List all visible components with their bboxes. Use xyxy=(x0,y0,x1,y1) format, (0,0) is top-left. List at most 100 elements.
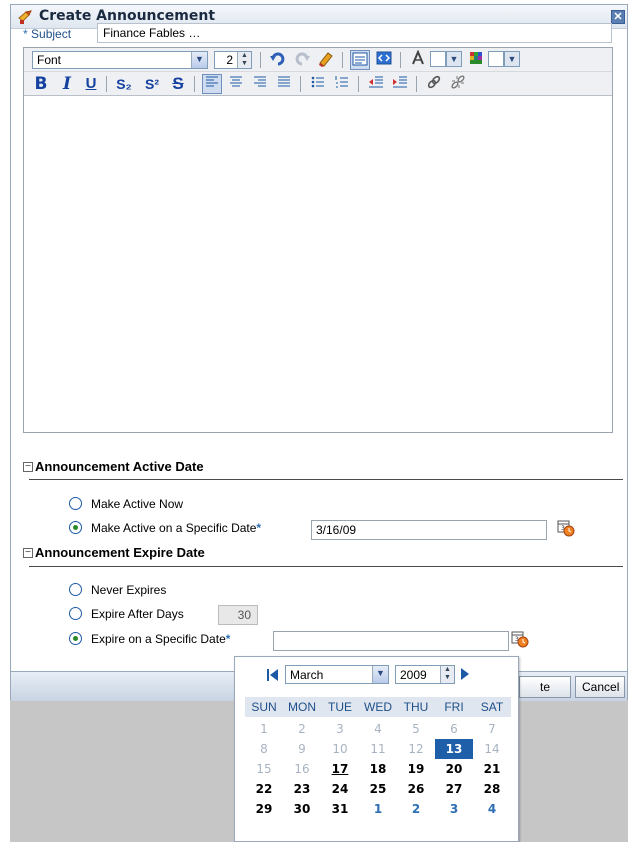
expire-days-input[interactable]: 30 xyxy=(218,605,258,625)
spinner-icon[interactable]: ▲ ▼ xyxy=(440,666,454,683)
calendar-day[interactable]: 27 xyxy=(435,779,473,799)
calendar-day[interactable]: 3 xyxy=(321,719,359,739)
active-date-input[interactable]: 3/16/09 xyxy=(311,520,547,540)
calendar-day[interactable]: 16 xyxy=(283,759,321,779)
outdent-icon[interactable] xyxy=(366,74,386,94)
calendar-day[interactable]: 29 xyxy=(245,799,283,819)
calendar-day[interactable]: 30 xyxy=(283,799,321,819)
dow-label: THU xyxy=(403,700,429,714)
subject-input[interactable] xyxy=(97,23,612,43)
background-color-swatch[interactable] xyxy=(488,51,504,67)
active-section-title: Announcement Active Date xyxy=(35,459,204,474)
align-justify-icon[interactable] xyxy=(274,74,294,94)
font-size-input[interactable]: 2 ▲ ▼ xyxy=(214,51,252,69)
align-left-icon[interactable] xyxy=(202,74,222,94)
make-active-now-radio[interactable] xyxy=(69,497,82,510)
calendar-day[interactable]: 4 xyxy=(473,799,511,819)
superscript-button[interactable]: S² xyxy=(140,74,164,94)
toolbar-separator xyxy=(260,52,261,68)
indent-icon[interactable] xyxy=(390,74,410,94)
calendar-day[interactable]: 8 xyxy=(245,739,283,759)
calendar-day[interactable]: 31 xyxy=(321,799,359,819)
dow-label: MON xyxy=(288,700,316,714)
make-active-specific-radio[interactable] xyxy=(69,521,82,534)
calendar-day[interactable]: 1 xyxy=(245,719,283,739)
unlink-icon[interactable] xyxy=(448,74,468,94)
calendar-day[interactable]: 28 xyxy=(473,779,511,799)
italic-button[interactable]: I xyxy=(58,74,76,94)
calendar-day[interactable]: 25 xyxy=(359,779,397,799)
calendar-day[interactable]: 18 xyxy=(359,759,397,779)
calendar-day[interactable]: 14 xyxy=(473,739,511,759)
eraser-icon[interactable] xyxy=(316,50,336,70)
source-mode-icon[interactable] xyxy=(374,50,394,70)
active-section-toggle[interactable]: − xyxy=(23,462,33,472)
calendar-day[interactable]: 10 xyxy=(321,739,359,759)
expire-specific-date-radio[interactable] xyxy=(69,632,82,645)
numbered-list-icon[interactable] xyxy=(332,74,352,94)
create-button[interactable]: te xyxy=(519,676,571,698)
calendar-day[interactable]: 23 xyxy=(283,779,321,799)
required-marker: * xyxy=(23,27,28,41)
dow-label: TUE xyxy=(328,700,352,714)
chevron-down-icon[interactable]: ▼ xyxy=(446,51,462,67)
calendar-day[interactable]: 24 xyxy=(321,779,359,799)
calendar-day[interactable]: 11 xyxy=(359,739,397,759)
underline-button[interactable]: U xyxy=(82,74,100,94)
calendar-day[interactable]: 21 xyxy=(473,759,511,779)
calendar-day[interactable]: 12 xyxy=(397,739,435,759)
calendar-day[interactable]: 2 xyxy=(283,719,321,739)
calendar-day[interactable]: 3 xyxy=(435,799,473,819)
calendar-day[interactable]: 5 xyxy=(397,719,435,739)
calendar-day[interactable]: 6 xyxy=(435,719,473,739)
never-expires-radio[interactable] xyxy=(69,583,82,596)
link-icon[interactable] xyxy=(424,74,444,94)
calendar-day[interactable]: 13 xyxy=(435,739,473,759)
year-input[interactable]: 2009 ▲ ▼ xyxy=(395,665,455,684)
subscript-button[interactable]: S₂ xyxy=(112,74,136,94)
strikethrough-button[interactable]: S xyxy=(168,74,188,94)
background-color-icon[interactable] xyxy=(466,50,486,70)
calendar-day[interactable]: 9 xyxy=(283,739,321,759)
calendar-day[interactable]: 2 xyxy=(397,799,435,819)
previous-month-icon[interactable] xyxy=(267,668,281,682)
bold-button[interactable]: B xyxy=(32,74,50,94)
wysiwyg-mode-icon[interactable] xyxy=(350,50,370,70)
expire-date-input[interactable] xyxy=(273,631,509,651)
chevron-down-icon[interactable]: ▼ xyxy=(504,51,520,67)
expire-after-days-radio[interactable] xyxy=(69,607,82,620)
toolbar-separator xyxy=(342,52,343,68)
expire-section-title: Announcement Expire Date xyxy=(35,545,205,560)
close-button[interactable]: ✕ xyxy=(611,10,625,24)
expire-after-days-label: Expire After Days xyxy=(91,607,184,621)
cancel-button[interactable]: Cancel xyxy=(575,676,625,698)
align-right-icon[interactable] xyxy=(250,74,270,94)
text-color-swatch[interactable] xyxy=(430,51,446,67)
calendar-day[interactable]: 7 xyxy=(473,719,511,739)
undo-icon[interactable] xyxy=(268,50,288,70)
month-select[interactable]: March ▼ xyxy=(285,665,389,684)
redo-icon[interactable] xyxy=(292,50,312,70)
calendar-day[interactable]: 17 xyxy=(321,759,359,779)
text-color-icon[interactable] xyxy=(408,49,428,70)
calendar-day[interactable]: 15 xyxy=(245,759,283,779)
font-select[interactable]: Font ▼ xyxy=(32,51,208,69)
chevron-down-icon[interactable]: ▼ xyxy=(372,666,388,683)
calendar-day[interactable]: 19 xyxy=(397,759,435,779)
calendar-day[interactable]: 26 xyxy=(397,779,435,799)
dow-label: SAT xyxy=(480,700,504,714)
calendar-day[interactable]: 4 xyxy=(359,719,397,739)
spinner-icon[interactable]: ▲ ▼ xyxy=(237,52,251,68)
align-center-icon[interactable] xyxy=(226,74,246,94)
calendar-day[interactable]: 20 xyxy=(435,759,473,779)
date-picker-header: March ▼ 2009 ▲ ▼ xyxy=(235,657,518,693)
calendar-clock-icon[interactable]: 3 xyxy=(511,630,529,648)
calendar-day[interactable]: 22 xyxy=(245,779,283,799)
calendar-day[interactable]: 1 xyxy=(359,799,397,819)
calendar-clock-icon[interactable]: 3 xyxy=(557,519,575,537)
days-of-week-header: SUN MON TUE WED THU FRI SAT xyxy=(245,697,511,717)
expire-section-toggle[interactable]: − xyxy=(23,548,33,558)
bulleted-list-icon[interactable] xyxy=(308,74,328,94)
chevron-down-icon[interactable]: ▼ xyxy=(191,52,207,68)
next-month-icon[interactable] xyxy=(460,667,472,681)
